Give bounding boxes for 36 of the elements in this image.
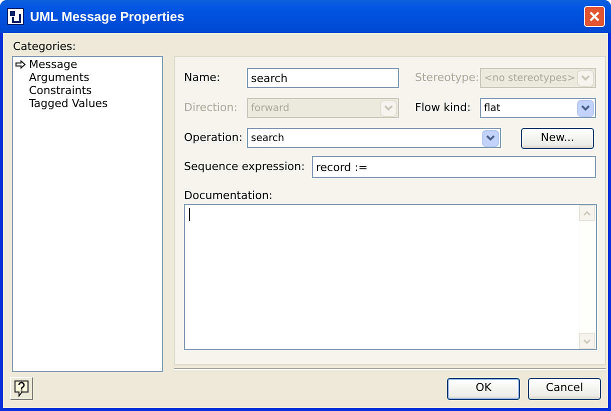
scroll-up-icon	[583, 210, 591, 216]
window-title: UML Message Properties	[30, 8, 184, 26]
dropdown-arrow-button[interactable]	[577, 100, 594, 116]
text-field[interactable]: search	[247, 68, 399, 88]
help-icon	[14, 380, 29, 397]
text-cursor	[189, 208, 190, 221]
scroll-down-icon	[583, 338, 591, 344]
documentation-label: Documentation:	[184, 188, 274, 204]
app-icon	[7, 8, 24, 25]
cancel-button[interactable]: Cancel	[528, 378, 601, 400]
help-button[interactable]	[10, 377, 33, 400]
category-item[interactable]: Constraints	[15, 84, 162, 97]
close-icon	[589, 11, 600, 22]
scrollbar[interactable]	[579, 205, 596, 349]
categories-label: Categories:	[12, 39, 77, 55]
dropdown-arrow-button[interactable]	[482, 130, 499, 146]
field-label: Direction:	[184, 100, 238, 116]
ok-button[interactable]: OK	[447, 378, 520, 400]
dropdown-field[interactable]: search	[247, 128, 501, 148]
category-item[interactable]: Tagged Values	[15, 97, 162, 110]
documentation-field[interactable]	[184, 204, 597, 350]
category-item[interactable]: Arguments	[15, 71, 162, 84]
field-label: Name:	[184, 70, 222, 86]
field-label: Stereotype:	[415, 70, 480, 86]
field-label: Flow kind:	[415, 100, 472, 116]
new-button[interactable]: New...	[521, 128, 594, 148]
chevron-down-icon	[486, 135, 495, 141]
field-label: Operation:	[184, 130, 244, 146]
field-label: Sequence expression:	[184, 158, 306, 175]
chevron-down-icon	[581, 75, 590, 81]
category-item[interactable]: Message	[15, 58, 162, 71]
chevron-down-icon	[581, 105, 590, 111]
text-field[interactable]: record :=	[312, 156, 596, 178]
close-button[interactable]	[584, 6, 605, 27]
chevron-down-icon	[384, 105, 393, 111]
dropdown-field[interactable]: flat	[480, 98, 596, 118]
